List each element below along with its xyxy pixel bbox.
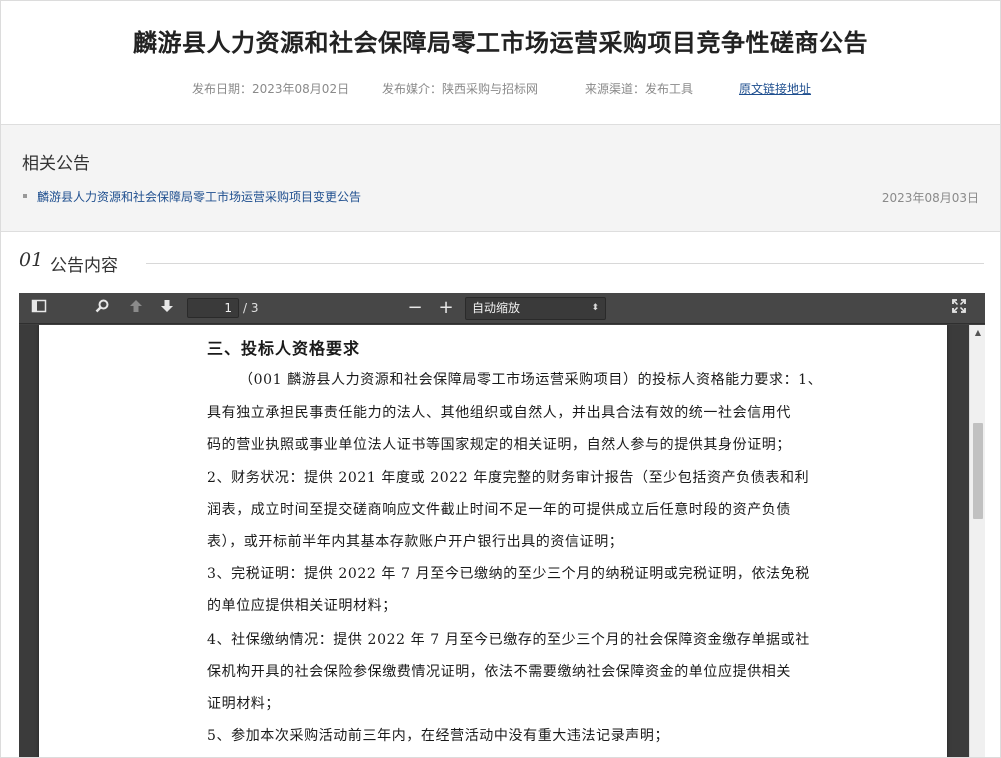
zoom-out-button[interactable]: − xyxy=(404,298,426,318)
document-heading: 三、投标人资格要求 xyxy=(207,339,361,358)
arrow-up-icon[interactable] xyxy=(125,298,147,318)
document-line: 表），或开标前半年内其基本存款账户开户银行出具的资信证明； xyxy=(207,534,624,550)
pdf-document-area[interactable]: 三、投标人资格要求 （001 麟游县人力资源和社会保障局零工市场运营采购项目）的… xyxy=(19,325,969,757)
search-icon[interactable] xyxy=(91,298,113,318)
select-caret-icon: ⬍ xyxy=(591,303,599,313)
content-section-heading: 01 公告内容 xyxy=(1,232,1000,292)
document-line: （001 麟游县人力资源和社会保障局零工市场运营采购项目）的投标人资格能力要求：… xyxy=(239,372,823,388)
page-number-input[interactable]: 1 xyxy=(187,298,239,318)
fullscreen-icon[interactable] xyxy=(948,298,970,318)
document-line: 4、社保缴纳情况：提供 2022 年 7 月至今已缴存的至少三个月的社会保障资金… xyxy=(207,632,810,648)
related-title: 相关公告 xyxy=(22,154,90,174)
scroll-up-icon[interactable]: ▲ xyxy=(970,327,985,339)
bullet-icon xyxy=(23,194,27,198)
document-line: 具有独立承担民事责任能力的法人、其他组织或自然人，并出具合法有效的统一社会信用代 xyxy=(207,405,791,421)
document-line: 2、财务状况：提供 2021 年度或 2022 年度完整的财务审计报告（至少包括… xyxy=(207,470,810,486)
page-title: 麟游县人力资源和社会保障局零工市场运营采购项目竞争性磋商公告 xyxy=(133,29,868,57)
document-line: 3、完税证明：提供 2022 年 7 月至今已缴纳的至少三个月的纳税证明或完税证… xyxy=(207,566,810,582)
page-total: / 3 xyxy=(243,301,259,315)
pdf-viewer: 1 / 3 − + 自动缩放 ⬍ 三、投标人资格要求 （001 麟游县人力资源和… xyxy=(19,293,985,757)
scroll-thumb[interactable] xyxy=(973,423,983,519)
section-number: 01 xyxy=(19,249,44,271)
announcement-header: 麟游县人力资源和社会保障局零工市场运营采购项目竞争性磋商公告 发布日期：2023… xyxy=(1,1,1000,125)
related-announcement-link[interactable]: 麟游县人力资源和社会保障局零工市场运营采购项目变更公告 xyxy=(37,188,361,205)
zoom-select-value: 自动缩放 xyxy=(472,301,521,315)
pdf-toolbar: 1 / 3 − + 自动缩放 ⬍ xyxy=(19,293,985,324)
sidebar-toggle-icon[interactable] xyxy=(28,298,50,318)
document-line: 润表，成立时间至提交磋商响应文件截止时间不足一年的可提供成立后任意时段的资产负债 xyxy=(207,502,791,518)
zoom-in-button[interactable]: + xyxy=(435,298,457,318)
zoom-select[interactable]: 自动缩放 ⬍ xyxy=(465,297,606,320)
document-line: 证明材料； xyxy=(207,696,280,712)
pdf-scrollbar[interactable]: ▲ xyxy=(969,325,985,757)
related-announcements: 相关公告 麟游县人力资源和社会保障局零工市场运营采购项目变更公告 2023年08… xyxy=(1,125,1000,232)
list-item: 麟游县人力资源和社会保障局零工市场运营采购项目变更公告 2023年08月03日 xyxy=(23,188,983,205)
page-frame: 麟游县人力资源和社会保障局零工市场运营采购项目竞争性磋商公告 发布日期：2023… xyxy=(0,0,1001,758)
related-announcement-date: 2023年08月03日 xyxy=(881,191,979,205)
document-line: 的单位应提供相关证明材料； xyxy=(207,598,397,614)
publish-date: 发布日期：2023年08月02日 xyxy=(192,82,350,96)
source-channel: 来源渠道：发布工具 xyxy=(585,82,694,96)
original-link[interactable]: 原文链接地址 xyxy=(739,80,811,97)
document-line: 5、参加本次采购活动前三年内，在经营活动中没有重大违法记录声明； xyxy=(207,728,670,744)
section-label: 公告内容 xyxy=(50,256,118,276)
publish-media: 发布媒介：陕西采购与招标网 xyxy=(382,82,539,96)
pdf-page: 三、投标人资格要求 （001 麟游县人力资源和社会保障局零工市场运营采购项目）的… xyxy=(39,325,947,757)
arrow-down-icon[interactable] xyxy=(156,298,178,318)
section-divider xyxy=(146,263,984,264)
document-line: 保机构开具的社会保险参保缴费情况证明，依法不需要缴纳社会保障资金的单位应提供相关 xyxy=(207,664,791,680)
document-line: 码的营业执照或事业单位法人证书等国家规定的相关证明，自然人参与的提供其身份证明； xyxy=(207,437,791,453)
